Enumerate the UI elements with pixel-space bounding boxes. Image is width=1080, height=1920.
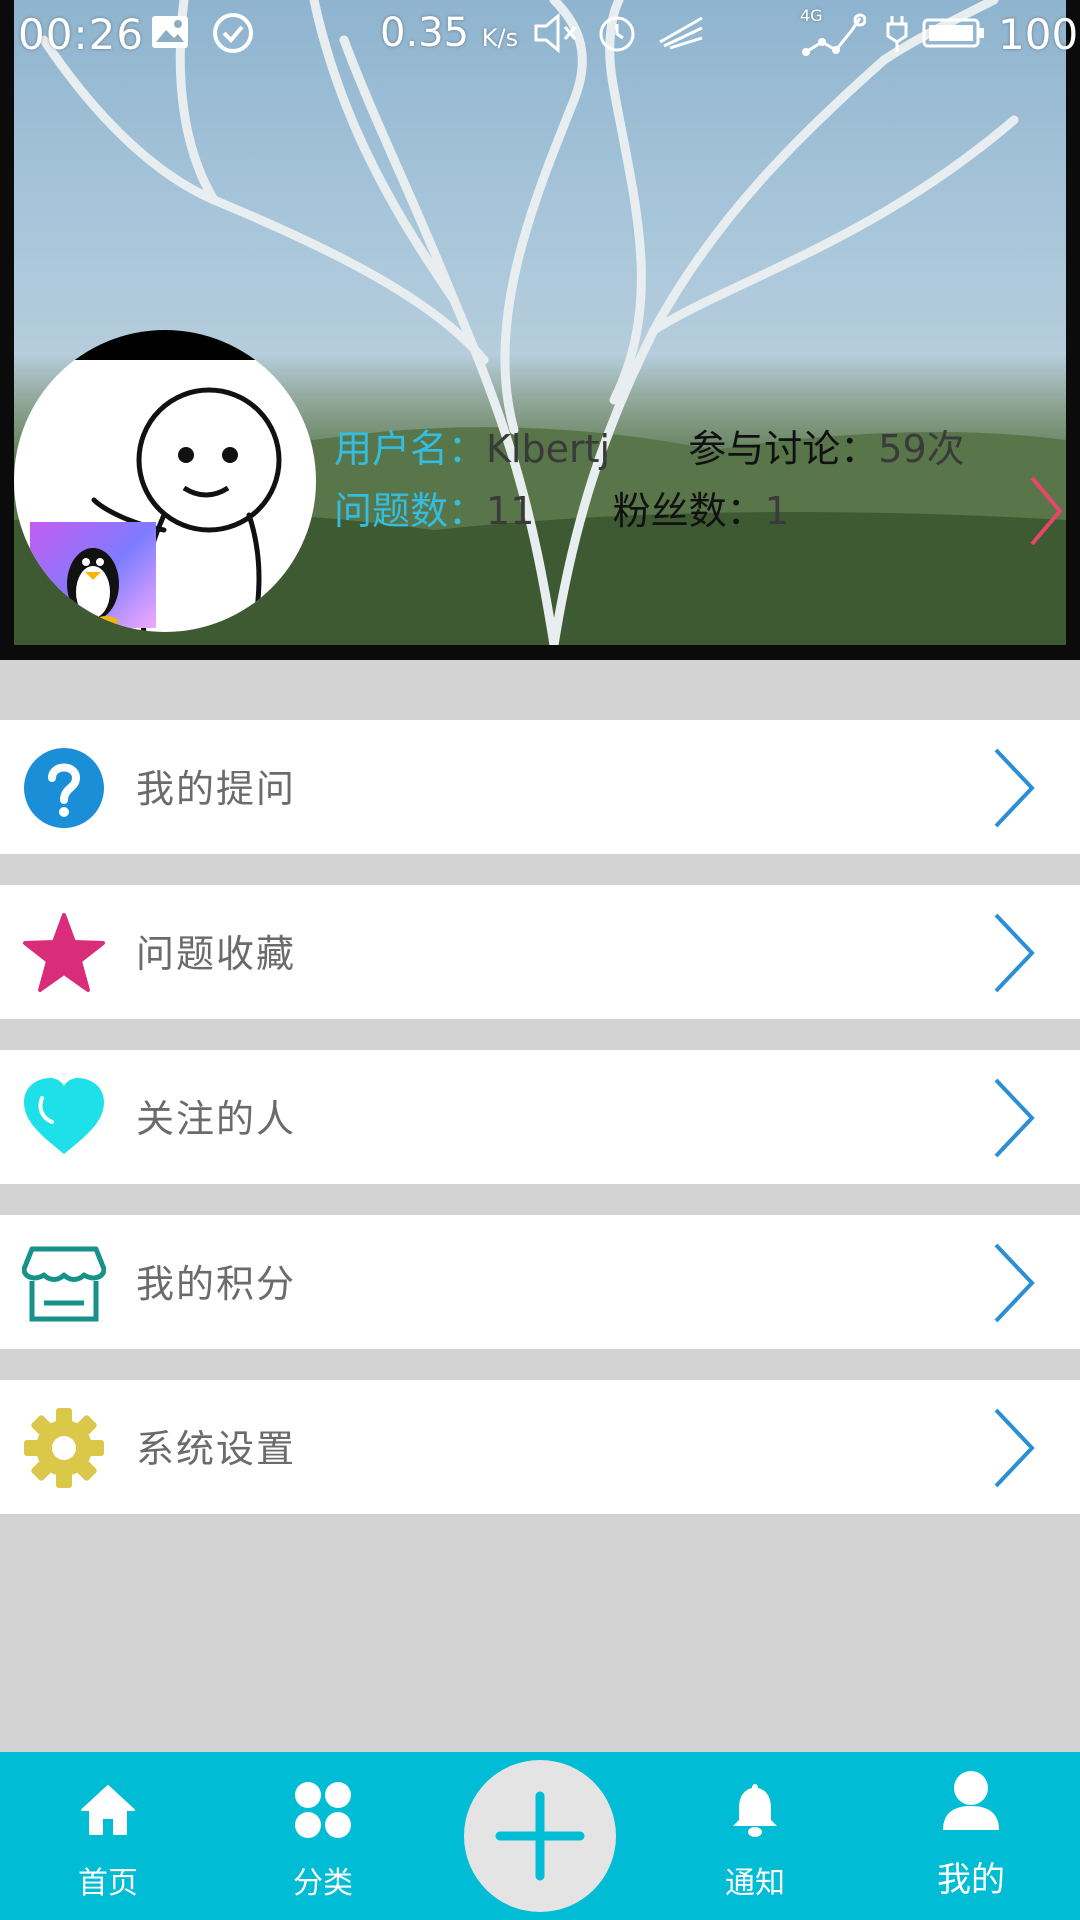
signal-wings-icon bbox=[656, 12, 706, 62]
status-time: 00:26 bbox=[18, 10, 145, 59]
discussions-count: 59次 bbox=[878, 427, 965, 471]
profile-banner: 00:26 0.35 K/s 4G 100 用户名：Klbertj 参与讨论：5… bbox=[0, 0, 1080, 660]
menu-label: 问题收藏 bbox=[136, 932, 297, 976]
battery-icon bbox=[922, 12, 986, 64]
chevron-right-icon bbox=[990, 746, 1038, 830]
menu-label: 我的提问 bbox=[136, 767, 297, 811]
menu-item-my-questions[interactable]: 我的提问 bbox=[0, 720, 1080, 854]
nav-home[interactable]: 首页 bbox=[33, 1752, 183, 1920]
add-post-button[interactable] bbox=[464, 1760, 616, 1912]
nav-mine[interactable]: 我的 bbox=[896, 1752, 1046, 1920]
qq-penguin-badge bbox=[30, 522, 156, 628]
nav-label: 我的 bbox=[937, 1860, 1005, 1900]
menu-label: 系统设置 bbox=[136, 1427, 297, 1471]
followers-label: 粉丝数： bbox=[612, 489, 765, 533]
followers-count: 1 bbox=[764, 489, 789, 533]
chevron-right-icon bbox=[990, 1241, 1038, 1325]
nav-label: 通知 bbox=[725, 1866, 785, 1901]
alarm-icon bbox=[596, 12, 638, 64]
nav-notifications[interactable]: 通知 bbox=[680, 1752, 830, 1920]
chevron-right-icon bbox=[990, 1406, 1038, 1490]
mute-icon bbox=[532, 12, 580, 64]
questions-label: 问题数： bbox=[334, 489, 487, 533]
bell-icon bbox=[725, 1780, 785, 1840]
person-icon bbox=[939, 1768, 1003, 1832]
menu-label: 关注的人 bbox=[136, 1097, 297, 1141]
gear-icon bbox=[22, 1406, 106, 1490]
menu-item-favorites[interactable]: 问题收藏 bbox=[0, 885, 1080, 1019]
cellular-signal-icon bbox=[800, 12, 867, 68]
discussions-label: 参与讨论： bbox=[688, 427, 879, 471]
charging-icon bbox=[884, 12, 910, 64]
heart-icon bbox=[22, 1076, 106, 1160]
nav-category[interactable]: 分类 bbox=[248, 1752, 398, 1920]
profile-line-2: 问题数：11 粉丝数：1 bbox=[334, 480, 789, 535]
profile-line-1: 用户名：Klbertj 参与讨论：59次 bbox=[334, 418, 965, 473]
menu-item-following[interactable]: 关注的人 bbox=[0, 1050, 1080, 1184]
check-circle-icon bbox=[212, 12, 254, 64]
store-icon bbox=[21, 1241, 107, 1325]
avatar[interactable] bbox=[14, 330, 316, 632]
chevron-right-icon bbox=[990, 911, 1038, 995]
username-label: 用户名： bbox=[334, 427, 487, 471]
plus-icon bbox=[495, 1791, 585, 1881]
home-icon bbox=[78, 1780, 138, 1840]
star-icon bbox=[22, 911, 106, 995]
status-bar: 00:26 0.35 K/s 4G 100 bbox=[0, 0, 1080, 70]
menu-item-points[interactable]: 我的积分 bbox=[0, 1215, 1080, 1349]
questions-count: 11 bbox=[486, 489, 535, 533]
nav-label: 分类 bbox=[293, 1866, 353, 1901]
menu-item-settings[interactable]: 系统设置 bbox=[0, 1380, 1080, 1514]
nav-label: 首页 bbox=[78, 1866, 138, 1901]
penguin-icon bbox=[67, 548, 119, 628]
network-speed: 0.35 K/s bbox=[380, 10, 519, 56]
question-icon bbox=[22, 746, 106, 830]
grid-icon bbox=[293, 1780, 353, 1840]
username: Klbertj bbox=[486, 427, 611, 471]
gallery-icon bbox=[150, 12, 190, 62]
menu-label: 我的积分 bbox=[136, 1262, 297, 1306]
battery-level: 100 bbox=[998, 10, 1079, 59]
chevron-right-icon bbox=[990, 1076, 1038, 1160]
profile-detail-chevron-icon[interactable] bbox=[1026, 474, 1066, 552]
